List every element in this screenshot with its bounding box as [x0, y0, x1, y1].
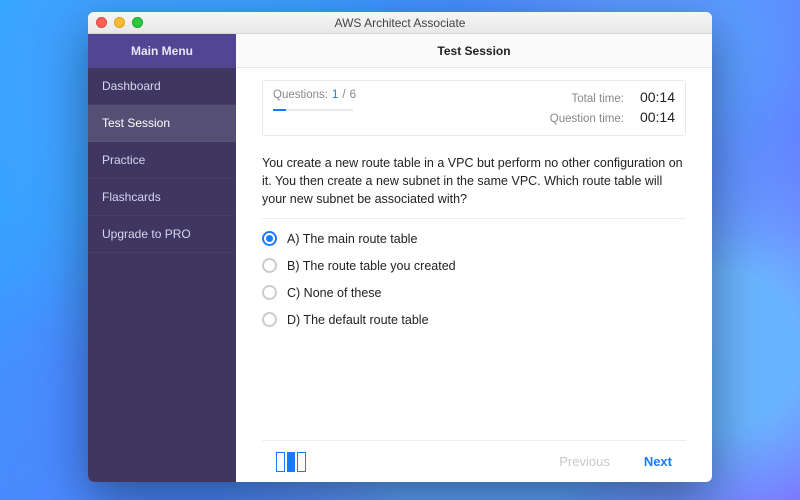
close-icon[interactable]	[96, 17, 107, 28]
footer: Previous Next	[262, 440, 686, 482]
answer-option-b[interactable]: B) The route table you created	[262, 258, 686, 273]
window-body: Main Menu DashboardTest SessionPracticeF…	[88, 34, 712, 482]
answer-option-c[interactable]: C) None of these	[262, 285, 686, 300]
titlebar: AWS Architect Associate	[88, 12, 712, 34]
nav-buttons: Previous Next	[559, 454, 672, 469]
questions-label: Questions:	[273, 89, 328, 101]
content: Test Session Questions: 1 / 6	[236, 34, 712, 482]
total-time-label: Total time:	[550, 93, 624, 105]
next-button[interactable]: Next	[644, 454, 672, 469]
total-time-value: 00:14	[640, 89, 675, 105]
question-time-label: Question time:	[550, 113, 624, 125]
sidebar-item-practice[interactable]: Practice	[88, 142, 236, 179]
content-heading: Test Session	[236, 34, 712, 68]
sidebar-item-dashboard[interactable]: Dashboard	[88, 68, 236, 105]
answer-label: B) The route table you created	[287, 259, 456, 273]
app-window: AWS Architect Associate Main Menu Dashbo…	[88, 12, 712, 482]
answer-option-d[interactable]: D) The default route table	[262, 312, 686, 327]
radio-icon	[262, 312, 277, 327]
question-grid-icon[interactable]	[276, 452, 306, 472]
sidebar-item-upgrade-to-pro[interactable]: Upgrade to PRO	[88, 216, 236, 253]
progress-bar	[273, 109, 353, 111]
question-current: 1	[332, 89, 338, 101]
traffic-lights	[96, 17, 143, 28]
radio-icon	[262, 258, 277, 273]
question-text: You create a new route table in a VPC bu…	[262, 154, 686, 219]
answer-label: C) None of these	[287, 286, 382, 300]
answer-option-a[interactable]: A) The main route table	[262, 231, 686, 246]
sidebar-heading: Main Menu	[88, 34, 236, 68]
question-sep: /	[342, 89, 345, 101]
window-title: AWS Architect Associate	[335, 16, 466, 30]
stats-panel: Questions: 1 / 6 Total time: 00:14 Quest…	[262, 80, 686, 136]
answer-list: A) The main route table B) The route tabl…	[262, 231, 686, 327]
minimize-icon[interactable]	[114, 17, 125, 28]
time-panel: Total time: 00:14 Question time: 00:14	[550, 89, 675, 125]
answer-label: A) The main route table	[287, 232, 417, 246]
content-body: Questions: 1 / 6 Total time: 00:14 Quest…	[236, 68, 712, 482]
question-total: 6	[350, 89, 356, 101]
sidebar: Main Menu DashboardTest SessionPracticeF…	[88, 34, 236, 482]
answer-label: D) The default route table	[287, 313, 429, 327]
zoom-icon[interactable]	[132, 17, 143, 28]
previous-button: Previous	[559, 454, 610, 469]
progress-bar-fill	[273, 109, 286, 111]
sidebar-item-test-session[interactable]: Test Session	[88, 105, 236, 142]
question-time-value: 00:14	[640, 109, 675, 125]
question-progress: Questions: 1 / 6	[273, 89, 356, 125]
sidebar-item-flashcards[interactable]: Flashcards	[88, 179, 236, 216]
radio-icon	[262, 231, 277, 246]
radio-icon	[262, 285, 277, 300]
